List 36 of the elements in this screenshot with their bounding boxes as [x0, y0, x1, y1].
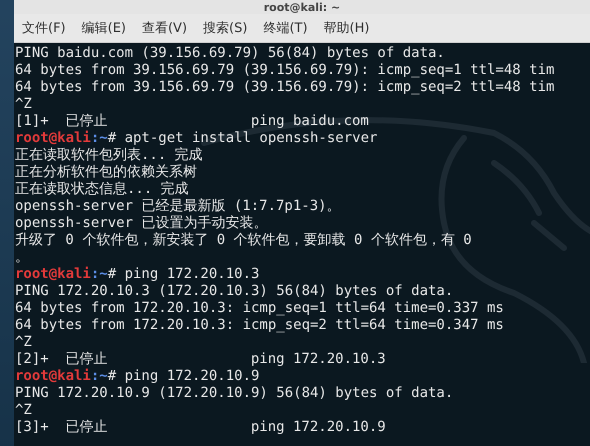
output-line: [2]+ 已停止 ping 172.20.10.3	[15, 351, 387, 368]
output-line: openssh-server 已设置为手动安装。	[15, 215, 268, 232]
output-line: openssh-server 已经是最新版 (1:7.7p1-3)。	[15, 198, 342, 215]
output-line: ^Z	[15, 402, 33, 419]
output-line: 64 bytes from 39.156.69.79 (39.156.69.79): icmp_seq=2 ttl=48 tim	[15, 79, 556, 96]
output-line: 正在分析软件包的依赖关系树	[15, 164, 198, 181]
menu-item[interactable]: 查看(V)	[142, 19, 188, 37]
output-line: 正在读取软件包列表... 完成	[15, 147, 204, 164]
menu-item[interactable]: 文件(F)	[22, 19, 66, 37]
output-line: PING 172.20.10.9 (172.20.10.9) 56(84) bytes of data.	[15, 385, 454, 402]
prompt-user: root@kali	[15, 130, 91, 146]
menu-item[interactable]: 搜索(S)	[203, 19, 248, 37]
output-line: 64 bytes from 172.20.10.3: icmp_seq=2 ttl=64 time=0.347 ms	[15, 317, 505, 334]
prompt-path: :~	[90, 130, 108, 146]
command-text: # ping 172.20.10.3	[108, 266, 260, 282]
prompt-path: :~	[90, 368, 108, 384]
command-text: # ping 172.20.10.9	[108, 368, 260, 384]
output-line: [1]+ 已停止 ping baidu.com	[15, 113, 370, 130]
output-line: 。	[15, 249, 30, 266]
output-line: 64 bytes from 172.20.10.3: icmp_seq=1 ttl=64 time=0.337 ms	[15, 300, 505, 317]
prompt-user: root@kali	[15, 368, 91, 384]
menu-item[interactable]: 终端(T)	[263, 19, 308, 37]
output-line: 64 bytes from 39.156.69.79 (39.156.69.79): icmp_seq=1 ttl=48 tim	[15, 62, 556, 79]
menu-item[interactable]: 帮助(H)	[324, 19, 370, 37]
output-line: ^Z	[15, 334, 33, 351]
prompt-user: root@kali	[15, 266, 91, 282]
output-line: 升级了 0 个软件包，新安装了 0 个软件包，要卸载 0 个软件包，有 0	[15, 232, 473, 249]
output-line: PING baidu.com (39.156.69.79) 56(84) bytes of data.	[15, 45, 446, 62]
output-line: PING 172.20.10.3 (172.20.10.3) 56(84) bytes of data.	[15, 283, 454, 300]
menu-item[interactable]: 编辑(E)	[82, 19, 126, 37]
prompt-path: :~	[90, 266, 108, 282]
output-line: 正在读取状态信息... 完成	[15, 181, 190, 198]
output-line: [3]+ 已停止 ping 172.20.10.9	[15, 419, 387, 436]
command-text: # apt-get install openssh-server	[108, 130, 378, 146]
output-line: ^Z	[15, 96, 33, 113]
window-title: root@kali: ~	[264, 1, 340, 14]
